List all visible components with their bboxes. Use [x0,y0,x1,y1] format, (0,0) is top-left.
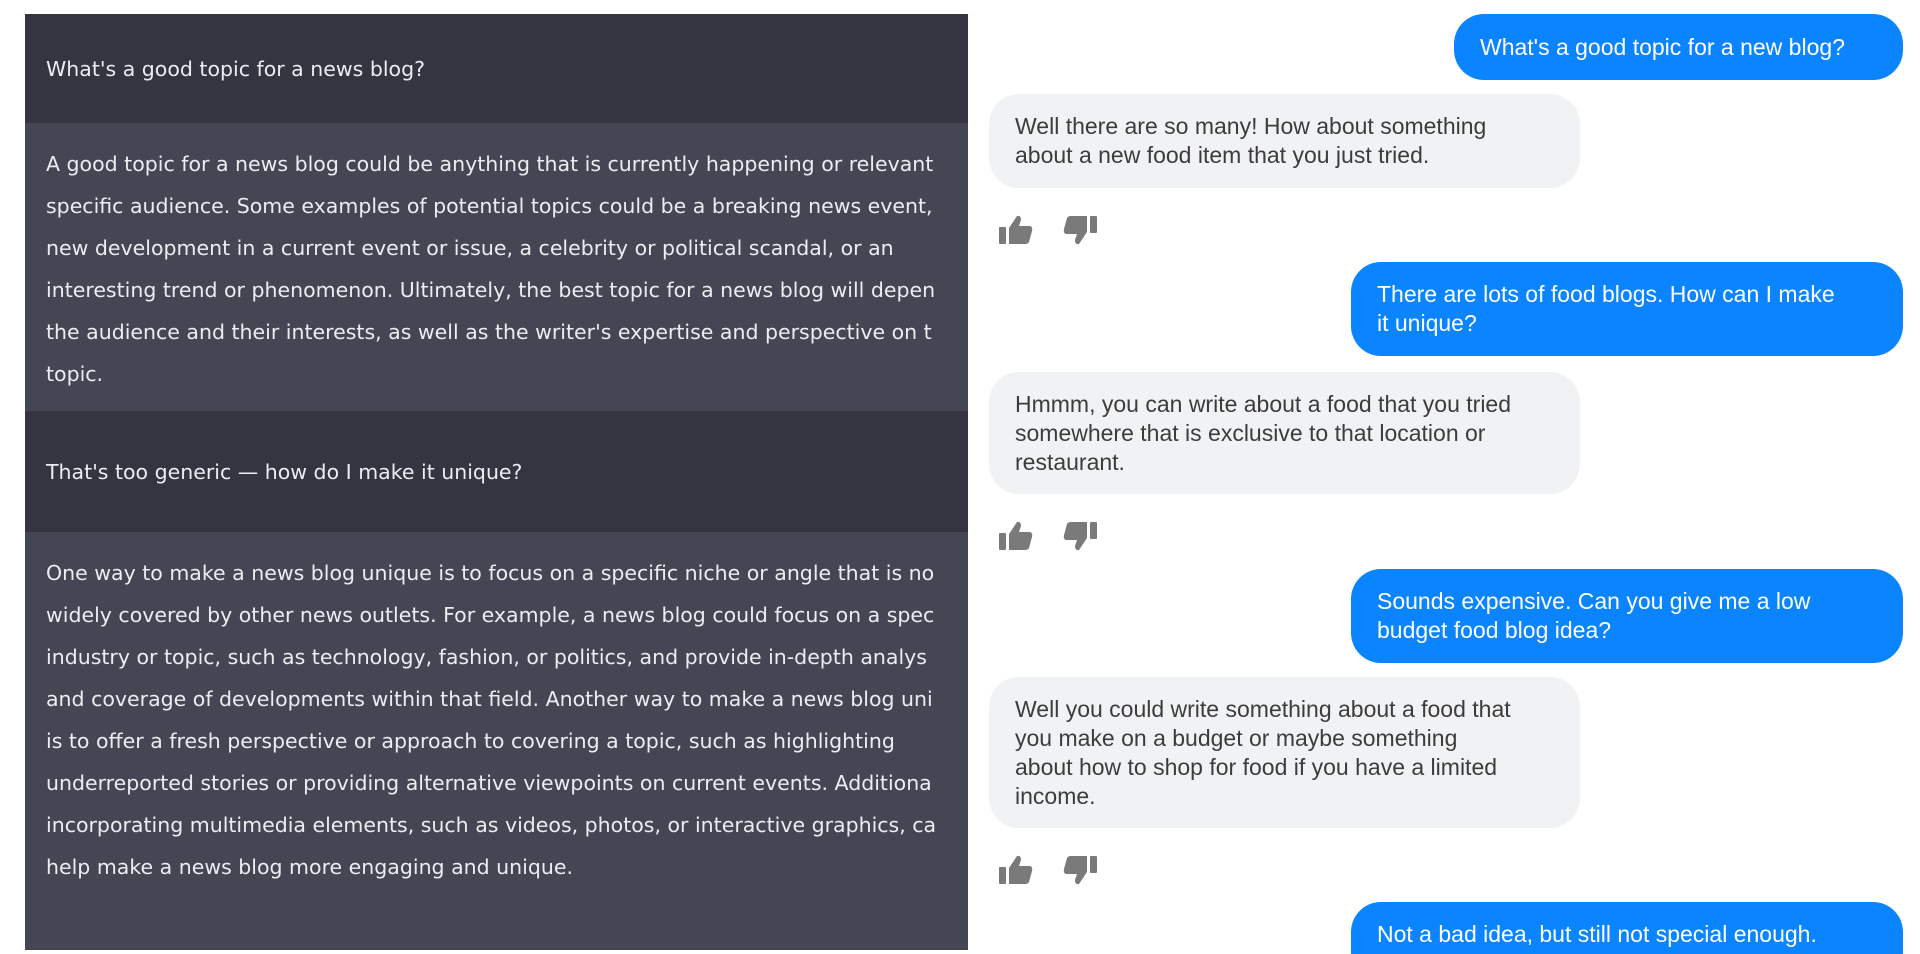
user-message-line: There are lots of food blogs. How can I … [1377,281,1835,307]
assistant-message-line: underreported stories or providing alter… [46,771,932,795]
user-message-bubble: Not a bad idea, but still not special en… [1351,902,1903,954]
assistant-message-line: topic. [46,362,104,386]
assistant-message-line: industry or topic, such as technology, f… [46,645,927,669]
thumbs-down-icon[interactable] [1062,520,1098,552]
assistant-message-line: widely covered by other news outlets. Fo… [46,603,935,627]
thumbs-up-icon[interactable] [998,854,1034,886]
thumbs-up-icon[interactable] [998,214,1034,246]
bot-message-line: Hmmm, you can write about a food that yo… [1015,390,1512,417]
chatgpt-conversation-panel: What's a good topic for a news blog? A g… [25,14,968,950]
comparison-screenshot: What's a good topic for a news blog? A g… [0,0,1920,954]
user-message-line: it unique? [1377,310,1477,336]
user-message-line: budget food blog idea? [1377,617,1612,643]
user-message-line: Sounds expensive. Can you give me a low [1377,588,1811,614]
user-message-bubble: What's a good topic for a new blog? [1454,14,1903,80]
assistant-message-line: incorporating multimedia elements, such … [46,813,937,837]
thumbs-up-icon[interactable] [998,520,1034,552]
bot-message-bubble: Well there are so many! How about someth… [989,94,1580,188]
user-message-text: What's a good topic for a news blog? [46,56,425,81]
bot-message-line: about how to shop for food if you have a… [1015,753,1498,780]
user-message-bubble: Sounds expensive. Can you give me a low … [1351,569,1903,663]
user-message: What's a good topic for a news blog? [25,14,968,123]
user-message-bubble: There are lots of food blogs. How can I … [1351,262,1903,356]
user-message: That's too generic — how do I make it un… [25,411,968,532]
message-feedback [998,214,1098,246]
assistant-message-line: help make a news blog more engaging and … [46,855,573,879]
bot-message-line: income. [1015,782,1096,809]
bot-message-bubble: Hmmm, you can write about a food that yo… [989,372,1580,494]
bot-message-line: Well there are so many! How about someth… [1015,113,1487,139]
assistant-message-line: interesting trend or phenomenon. Ultimat… [46,278,936,302]
assistant-message-line: and coverage of developments within that… [46,687,933,711]
assistant-message-line: specific audience. Some examples of pote… [46,194,933,218]
user-message-text: That's too generic — how do I make it un… [46,459,523,484]
user-message-line: What's a good topic for a new blog? [1480,33,1845,60]
thumbs-down-icon[interactable] [1062,214,1098,246]
assistant-message: A good topic for a news blog could be an… [25,123,968,411]
assistant-message-line: new development in a current event or is… [46,236,894,260]
assistant-message: One way to make a news blog unique is to… [25,532,968,888]
message-feedback [998,854,1098,886]
message-feedback [998,520,1098,552]
bot-message-line: Well you could write something about a f… [1015,695,1511,722]
bot-message-line: restaurant. [1015,448,1125,475]
assistant-message-line: A good topic for a news blog could be an… [46,152,934,176]
bot-message-line: about a new food item that you just trie… [1015,142,1430,168]
thumbs-down-icon[interactable] [1062,854,1098,886]
user-message-line: Not a bad idea, but still not special en… [1377,921,1817,947]
assistant-message-line: the audience and their interests, as wel… [46,320,932,344]
bot-message-line: you make on a budget or maybe something [1015,724,1458,751]
assistant-message-line: One way to make a news blog unique is to… [46,561,935,585]
messenger-conversation-panel: What's a good topic for a new blog? Well… [968,0,1920,954]
assistant-message-line: is to offer a fresh perspective or appro… [46,729,895,753]
bot-message-line: somewhere that is exclusive to that loca… [1015,419,1486,446]
bot-message-bubble: Well you could write something about a f… [989,677,1580,828]
